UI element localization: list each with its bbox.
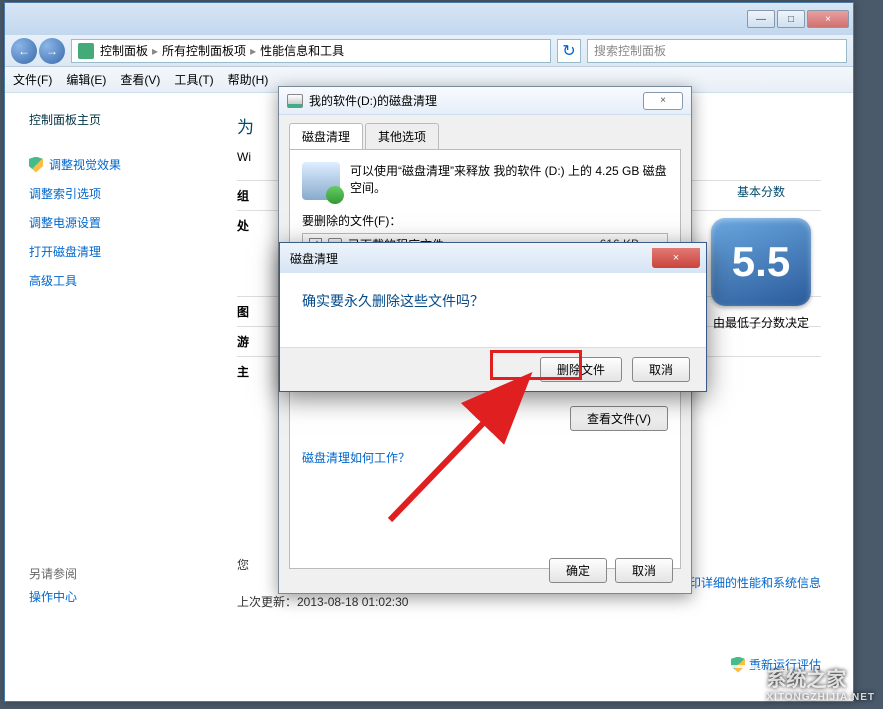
search-input[interactable]: 搜索控制面板: [587, 39, 847, 63]
sidebar-item-index[interactable]: 调整索引选项: [29, 179, 225, 208]
watermark: 系统之家 XITONGZHIJIA.NET: [718, 663, 875, 703]
last-update: 上次更新：2013-08-18 01:02:30: [237, 593, 821, 610]
dialog-title: 我的软件(D:)的磁盘清理: [309, 92, 437, 109]
score-header: 基本分数: [701, 183, 821, 200]
shield-icon: [29, 157, 43, 173]
breadcrumb-seg[interactable]: 所有控制面板项: [162, 42, 246, 59]
tab-other[interactable]: 其他选项: [365, 123, 439, 149]
confirm-close-button[interactable]: ×: [652, 248, 700, 268]
forward-button[interactable]: →: [39, 38, 65, 64]
dialog-titlebar: 我的软件(D:)的磁盘清理 ×: [279, 87, 691, 115]
info-row: 可以使用“磁盘清理”来释放 我的软件 (D:) 上的 4.25 GB 磁盘空间。: [302, 162, 668, 200]
watermark-url: XITONGZHIJIA.NET: [766, 692, 875, 703]
breadcrumb-seg[interactable]: 性能信息和工具: [260, 42, 344, 59]
score-badge: 5.5: [711, 218, 811, 306]
confirm-title: 磁盘清理: [290, 250, 338, 267]
disk-icon: [287, 94, 303, 108]
breadcrumb[interactable]: 控制面板 ▸ 所有控制面板项 ▸ 性能信息和工具: [71, 39, 551, 63]
score-panel: 基本分数 5.5 由最低子分数决定: [701, 183, 821, 331]
chevron-right-icon: ▸: [250, 44, 256, 58]
titlebar: — □ ×: [5, 3, 853, 35]
cancel-button[interactable]: 取消: [615, 558, 673, 583]
maximize-button[interactable]: □: [777, 10, 805, 28]
ok-button[interactable]: 确定: [549, 558, 607, 583]
breadcrumb-seg[interactable]: 控制面板: [100, 42, 148, 59]
nav-buttons: ← →: [11, 38, 65, 64]
refresh-button[interactable]: ↻: [557, 39, 581, 63]
confirm-footer: 删除文件 取消: [280, 347, 706, 391]
chevron-right-icon: ▸: [152, 44, 158, 58]
score-caption: 由最低子分数决定: [701, 314, 821, 331]
confirm-message: 确实要永久删除这些文件吗？: [302, 291, 684, 311]
tab-cleanup[interactable]: 磁盘清理: [289, 123, 363, 149]
tabs: 磁盘清理 其他选项: [279, 115, 691, 149]
sidebar-header[interactable]: 控制面板主页: [29, 105, 225, 134]
sidebar-item-visual[interactable]: 调整视觉效果: [29, 150, 225, 179]
menu-edit[interactable]: 编辑(E): [66, 71, 106, 88]
link-label: 打印详细的性能和系统信息: [677, 574, 821, 591]
menu-file[interactable]: 文件(F): [13, 71, 52, 88]
delete-label: 要删除的文件(F)：: [302, 212, 668, 229]
menu-tools[interactable]: 工具(T): [174, 71, 213, 88]
menu-help[interactable]: 帮助(H): [228, 71, 269, 88]
cleanup-icon: [302, 162, 340, 200]
minimize-button[interactable]: —: [747, 10, 775, 28]
sidebar-section: 另请参阅 操作中心: [29, 565, 225, 611]
sidebar-item-disk[interactable]: 打开磁盘清理: [29, 237, 225, 266]
dialog-close-button[interactable]: ×: [643, 92, 683, 110]
sidebar-label: 调整视觉效果: [49, 156, 121, 173]
address-bar: ← → 控制面板 ▸ 所有控制面板项 ▸ 性能信息和工具 ↻ 搜索控制面板: [5, 35, 853, 67]
confirm-cancel-button[interactable]: 取消: [632, 357, 690, 382]
control-panel-icon: [78, 43, 94, 59]
watermark-name: 系统之家: [766, 663, 875, 692]
sidebar: 控制面板主页 调整视觉效果 调整索引选项 调整电源设置 打开磁盘清理 高级工具 …: [5, 93, 225, 701]
back-button[interactable]: ←: [11, 38, 37, 64]
info-text: 可以使用“磁盘清理”来释放 我的软件 (D:) 上的 4.25 GB 磁盘空间。: [350, 162, 668, 200]
delete-files-button[interactable]: 删除文件: [540, 357, 622, 382]
view-files-button[interactable]: 查看文件(V): [570, 406, 668, 431]
sidebar-section-header: 另请参阅: [29, 565, 225, 582]
sidebar-item-advanced[interactable]: 高级工具: [29, 266, 225, 295]
sidebar-item-power[interactable]: 调整电源设置: [29, 208, 225, 237]
help-link[interactable]: 磁盘清理如何工作？: [302, 449, 410, 466]
watermark-logo-icon: [718, 665, 758, 701]
window-close-button[interactable]: ×: [807, 10, 849, 28]
sidebar-item-action-center[interactable]: 操作中心: [29, 582, 225, 611]
confirm-dialog: 磁盘清理 × 确实要永久删除这些文件吗？ 删除文件 取消: [279, 242, 707, 392]
confirm-titlebar: 磁盘清理 ×: [280, 243, 706, 273]
menu-view[interactable]: 查看(V): [120, 71, 160, 88]
